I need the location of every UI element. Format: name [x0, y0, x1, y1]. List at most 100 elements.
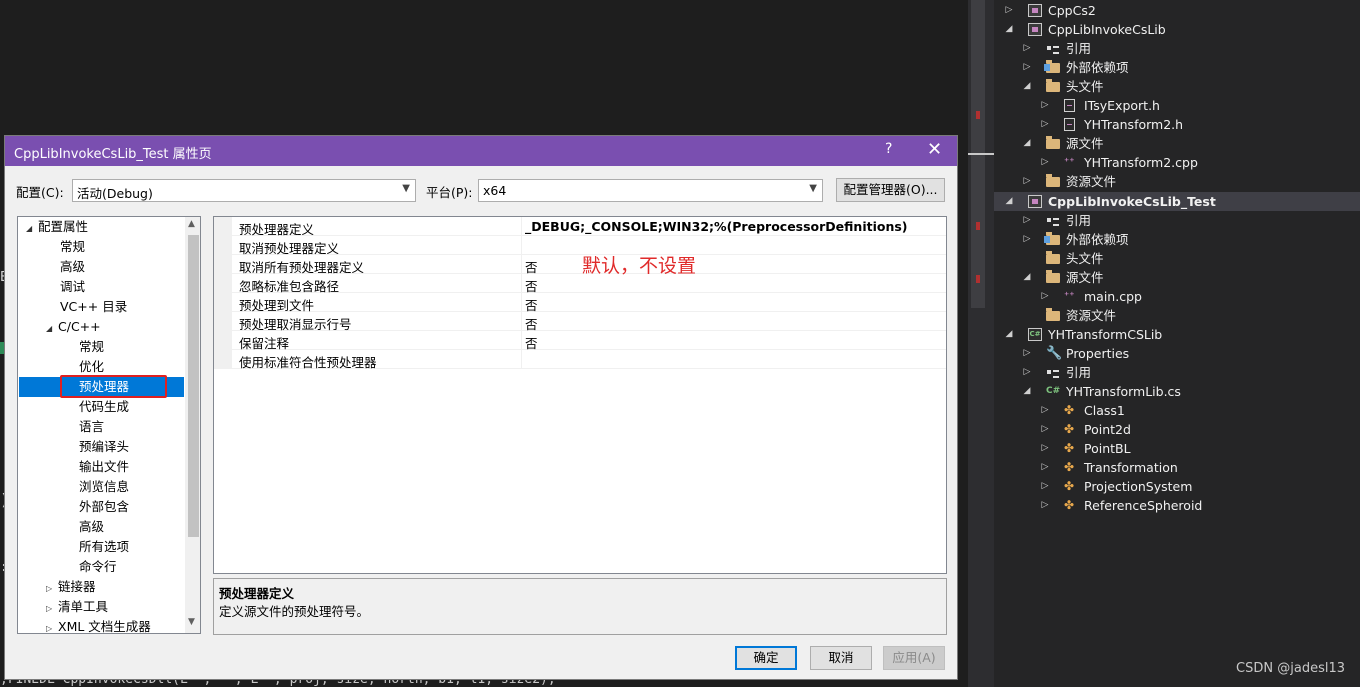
- editor-scrollbar[interactable]: [968, 0, 994, 687]
- solution-tree-item[interactable]: ▷ CppCs2: [994, 1, 1360, 20]
- property-row[interactable]: 取消所有预处理器定义否: [214, 255, 946, 275]
- nav-item[interactable]: 浏览信息: [79, 477, 129, 497]
- property-row[interactable]: 保留注释否: [214, 331, 946, 351]
- collapsed-arrow-icon[interactable]: ▷: [1022, 211, 1032, 230]
- collapsed-arrow-icon[interactable]: ▷: [1040, 115, 1050, 134]
- collapsed-arrow-icon[interactable]: ▷: [46, 599, 58, 619]
- property-row[interactable]: 预处理到文件否: [214, 293, 946, 313]
- solution-tree-item[interactable]: ◢ C# YHTransformLib.cs: [994, 382, 1360, 401]
- property-row[interactable]: 预处理器定义 _DEBUG;_CONSOLE;WIN32;%(Preprocess…: [214, 217, 946, 237]
- solution-tree-item[interactable]: ▷ ✤ ReferenceSpheroid: [994, 496, 1360, 515]
- cancel-button[interactable]: 取消: [810, 646, 872, 670]
- collapsed-arrow-icon[interactable]: ▷: [1040, 477, 1050, 496]
- property-nav-tree[interactable]: ◢ 配置属性 常规 高级 调试 VC++ 目录 ◢ C/C++ 常规 优化 预处理器 代码生成 语言 预编…: [17, 216, 201, 634]
- scroll-down-icon[interactable]: ▼: [188, 617, 195, 627]
- solution-tree-item[interactable]: ▷ ✤ ProjectionSystem: [994, 477, 1360, 496]
- nav-item[interactable]: 输出文件: [79, 457, 129, 477]
- nav-item[interactable]: 预编译头: [79, 437, 129, 457]
- collapsed-arrow-icon[interactable]: ▷: [46, 619, 58, 633]
- nav-item[interactable]: 外部包含: [79, 497, 129, 517]
- expanded-arrow-icon[interactable]: ◢: [46, 319, 58, 339]
- nav-item[interactable]: 常规: [60, 237, 85, 257]
- collapsed-arrow-icon[interactable]: ▷: [1022, 363, 1032, 382]
- nav-item[interactable]: 常规: [79, 337, 104, 357]
- nav-item[interactable]: 高级: [79, 517, 104, 537]
- nav-item[interactable]: 优化: [79, 357, 104, 377]
- property-row[interactable]: 忽略标准包含路径否: [214, 274, 946, 294]
- solution-tree-item[interactable]: ◢ CppLibInvokeCsLib: [994, 20, 1360, 39]
- collapsed-arrow-icon[interactable]: ▷: [1040, 96, 1050, 115]
- solution-tree-item[interactable]: ◢ 头文件: [994, 77, 1360, 96]
- collapsed-arrow-icon[interactable]: ▷: [1040, 153, 1050, 172]
- expanded-arrow-icon[interactable]: ◢: [1004, 192, 1014, 211]
- property-row[interactable]: 使用标准符合性预处理器: [214, 350, 946, 370]
- solution-tree-item[interactable]: ▷ ✤ Class1: [994, 401, 1360, 420]
- config-select[interactable]: 活动(Debug) ▼: [72, 179, 416, 202]
- solution-tree-item[interactable]: ▷ 引用: [994, 211, 1360, 230]
- property-row[interactable]: 取消预处理器定义: [214, 236, 946, 256]
- expanded-arrow-icon[interactable]: ◢: [1004, 20, 1014, 39]
- nav-item[interactable]: 命令行: [79, 557, 117, 577]
- nav-item[interactable]: ◢ C/C++: [46, 317, 101, 337]
- collapsed-arrow-icon[interactable]: ▷: [1022, 58, 1032, 77]
- collapsed-arrow-icon[interactable]: ▷: [1040, 458, 1050, 477]
- nav-item[interactable]: 所有选项: [79, 537, 129, 557]
- expanded-arrow-icon[interactable]: ◢: [1022, 382, 1032, 401]
- property-value[interactable]: _DEBUG;_CONSOLE;WIN32;%(PreprocessorDefi…: [525, 219, 908, 234]
- collapsed-arrow-icon[interactable]: ▷: [1040, 401, 1050, 420]
- expanded-arrow-icon[interactable]: ◢: [26, 219, 38, 239]
- solution-tree-item[interactable]: ▷ ITsyExport.h: [994, 96, 1360, 115]
- collapsed-arrow-icon[interactable]: ▷: [1040, 420, 1050, 439]
- solution-tree-item[interactable]: ▷ 引用: [994, 363, 1360, 382]
- solution-tree-item[interactable]: ◢ 源文件: [994, 268, 1360, 287]
- help-button[interactable]: ?: [885, 141, 892, 157]
- collapsed-arrow-icon[interactable]: ▷: [1004, 1, 1014, 20]
- solution-tree-item[interactable]: ◢ CppLibInvokeCsLib_Test: [994, 191, 1360, 211]
- expanded-arrow-icon[interactable]: ◢: [1004, 325, 1014, 344]
- collapsed-arrow-icon[interactable]: ▷: [1022, 344, 1032, 363]
- nav-item[interactable]: ▷ XML 文档生成器: [46, 617, 151, 633]
- solution-tree-item[interactable]: ▷ 外部依赖项: [994, 230, 1360, 249]
- nav-item[interactable]: ▷ 清单工具: [46, 597, 108, 617]
- config-manager-button[interactable]: 配置管理器(O)...: [836, 178, 945, 202]
- expanded-arrow-icon[interactable]: ◢: [1022, 268, 1032, 287]
- solution-tree-item[interactable]: ▷ ✤ Transformation: [994, 458, 1360, 477]
- solution-tree-item[interactable]: ▷ 外部依赖项: [994, 58, 1360, 77]
- nav-item[interactable]: 语言: [79, 417, 104, 437]
- collapsed-arrow-icon[interactable]: ▷: [46, 579, 58, 599]
- expanded-arrow-icon[interactable]: ◢: [1022, 134, 1032, 153]
- solution-tree-item[interactable]: ▷ 🔧 Properties: [994, 344, 1360, 363]
- solution-tree-item[interactable]: ▷ YHTransform2.h: [994, 115, 1360, 134]
- solution-tree-item[interactable]: ◢ 源文件: [994, 134, 1360, 153]
- nav-item[interactable]: ◢ 配置属性: [26, 217, 88, 237]
- ok-button[interactable]: 确定: [735, 646, 797, 670]
- nav-scrollbar[interactable]: ▲ ▼: [185, 217, 200, 633]
- solution-tree-item[interactable]: 头文件: [994, 249, 1360, 268]
- solution-tree-item[interactable]: ▷ 引用: [994, 39, 1360, 58]
- scrollbar-thumb[interactable]: [188, 235, 199, 537]
- collapsed-arrow-icon[interactable]: ▷: [1040, 287, 1050, 306]
- close-button[interactable]: ✕: [927, 139, 942, 160]
- platform-select[interactable]: x64 ▼: [478, 179, 823, 202]
- dialog-title-bar[interactable]: CppLibInvokeCsLib_Test 属性页 ? ✕: [5, 136, 957, 166]
- apply-button[interactable]: 应用(A): [883, 646, 945, 670]
- property-row[interactable]: 预处理取消显示行号否: [214, 312, 946, 332]
- collapsed-arrow-icon[interactable]: ▷: [1040, 496, 1050, 515]
- nav-item[interactable]: 调试: [60, 277, 85, 297]
- nav-item[interactable]: 高级: [60, 257, 85, 277]
- expanded-arrow-icon[interactable]: ◢: [1022, 77, 1032, 96]
- solution-tree-item[interactable]: ◢ C# YHTransformCSLib: [994, 325, 1360, 344]
- property-grid[interactable]: 预处理器定义 _DEBUG;_CONSOLE;WIN32;%(Preprocess…: [213, 216, 947, 574]
- solution-tree-item[interactable]: 资源文件: [994, 306, 1360, 325]
- solution-tree-item[interactable]: ▷ 资源文件: [994, 172, 1360, 191]
- solution-tree-item[interactable]: ▷ ✤ Point2d: [994, 420, 1360, 439]
- scroll-up-icon[interactable]: ▲: [188, 219, 195, 229]
- collapsed-arrow-icon[interactable]: ▷: [1022, 39, 1032, 58]
- solution-tree-item[interactable]: ▷ ⁺⁺ YHTransform2.cpp: [994, 153, 1360, 172]
- nav-item[interactable]: ▷ 链接器: [46, 577, 96, 597]
- collapsed-arrow-icon[interactable]: ▷: [1022, 172, 1032, 191]
- solution-tree-item[interactable]: ▷ ✤ PointBL: [994, 439, 1360, 458]
- solution-tree-item[interactable]: ▷ ⁺⁺ main.cpp: [994, 287, 1360, 306]
- nav-item[interactable]: 代码生成: [79, 397, 129, 417]
- collapsed-arrow-icon[interactable]: ▷: [1040, 439, 1050, 458]
